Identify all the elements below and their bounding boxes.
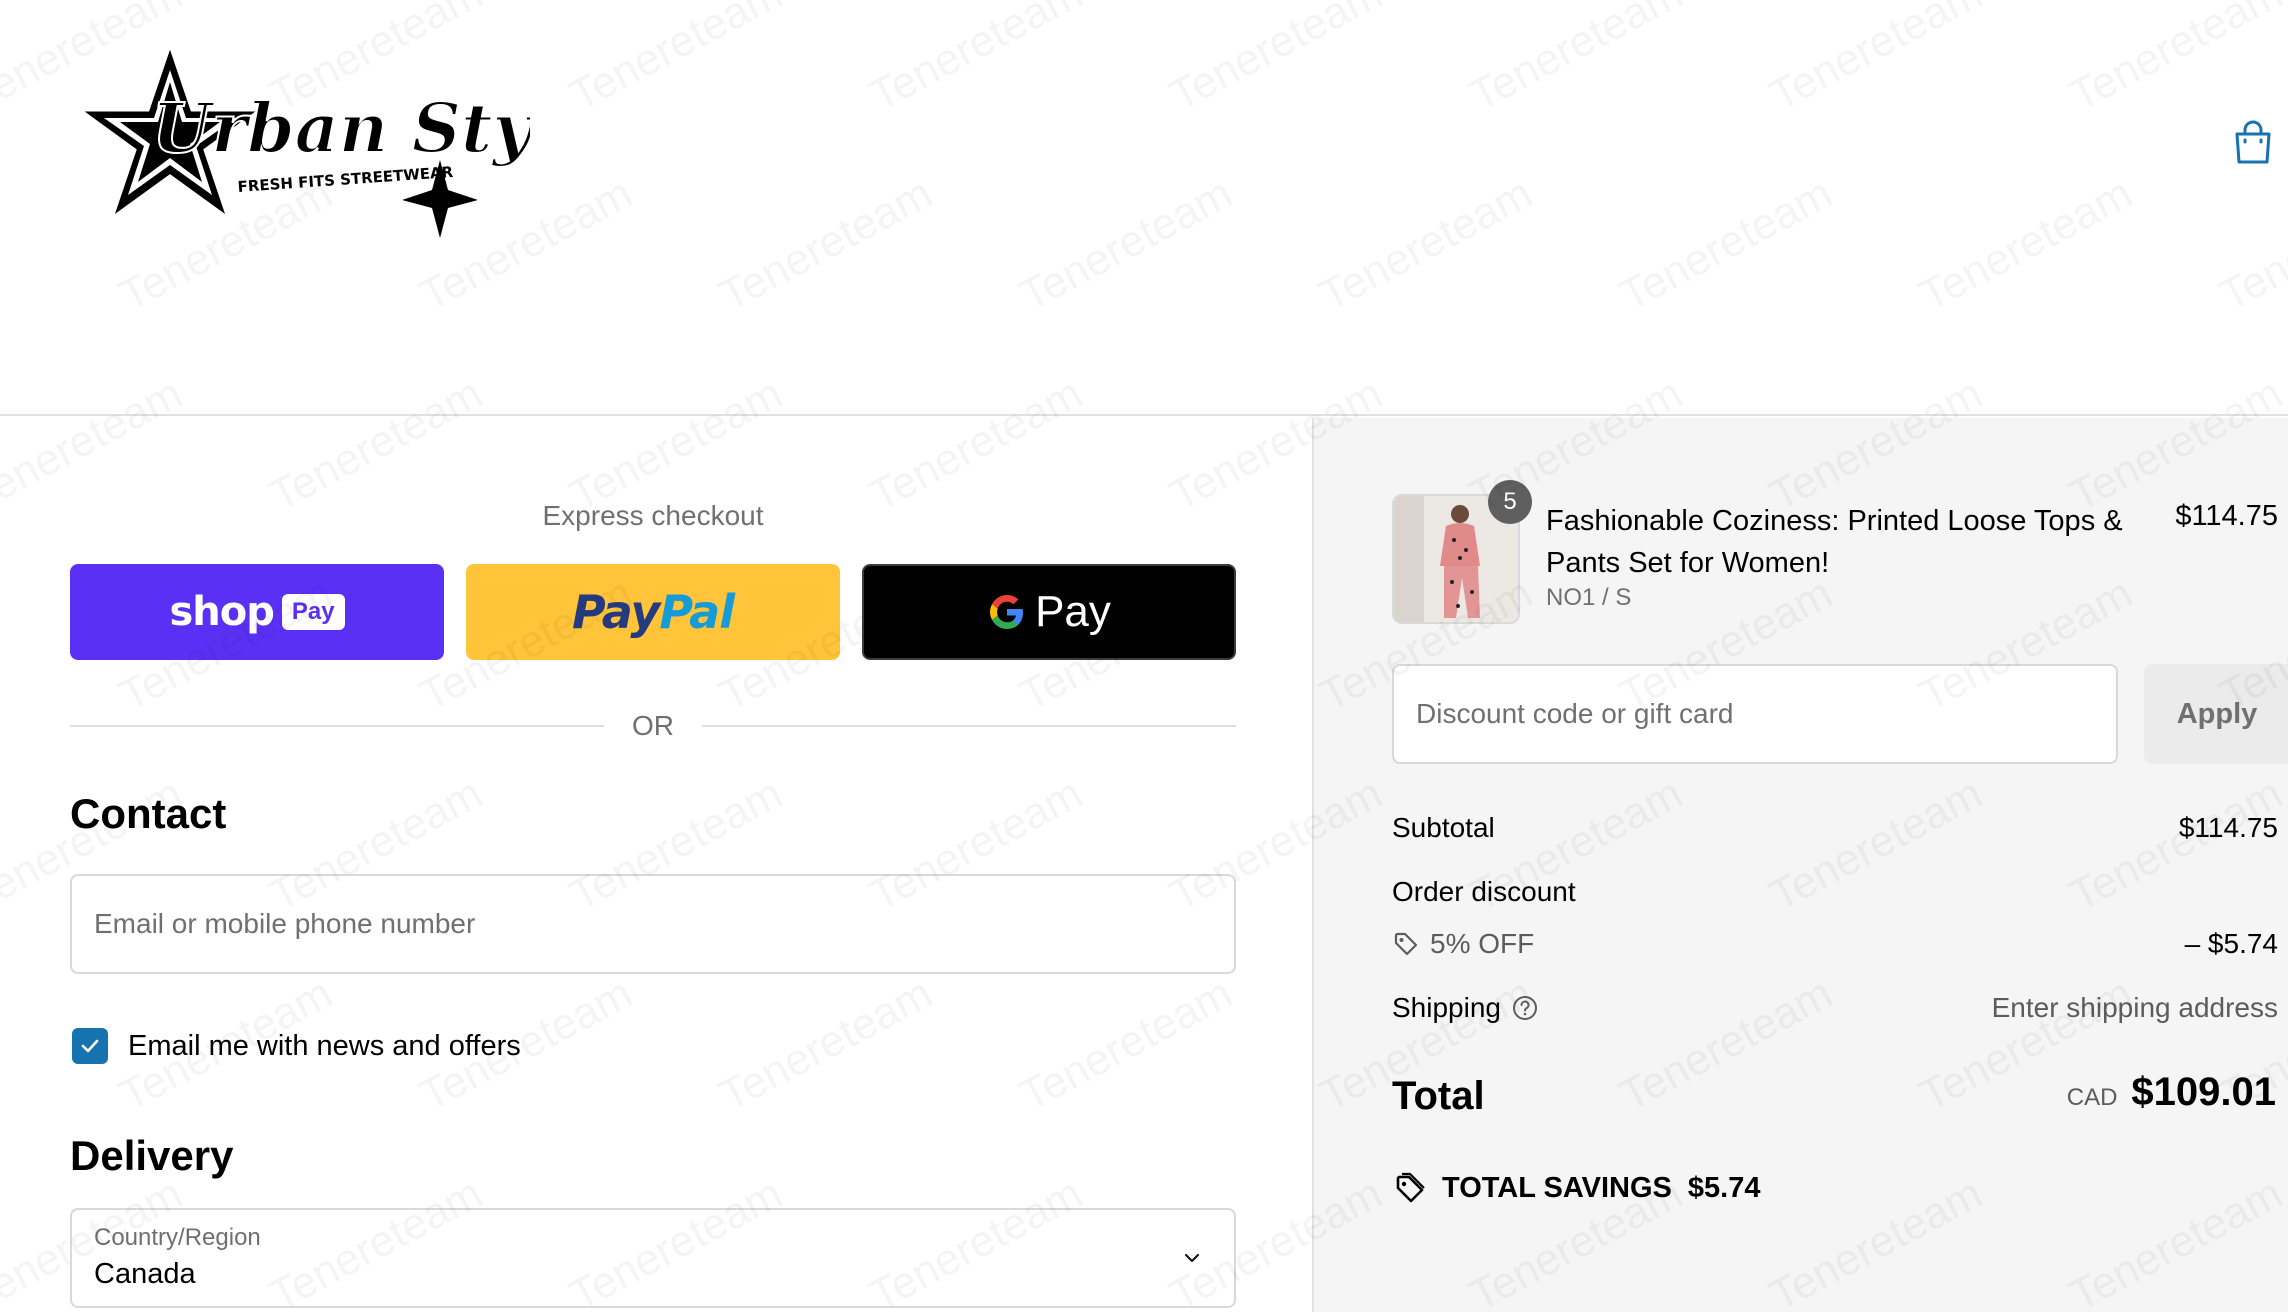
shop-pay-badge: Pay [281,594,345,630]
chevron-down-icon [1184,1253,1200,1263]
shipping-row: Shipping Enter shipping address [1392,992,2278,1024]
subtotal-label: Subtotal [1392,812,1495,843]
checkout-header: Urban Style FRESH FITS STREETWEAR [0,0,2288,416]
savings-tag-icon [1396,1172,1425,1203]
delivery-title: Delivery [70,1132,234,1179]
shipping-value: Enter shipping address [1991,992,2278,1023]
order-summary: 5 Fashionable Coziness: Printed Loose To… [1312,418,2288,1312]
apply-discount-button[interactable]: Apply [2144,664,2288,764]
discount-value: – $5.74 [2184,928,2278,959]
country-select-label: Country/Region [94,1224,261,1251]
product-name: Fashionable Coziness: Printed Loose Tops… [1546,505,2123,579]
discount-code-row: 5% OFF – $5.74 [1392,928,2278,960]
checkmark-icon [81,1039,99,1053]
google-g-icon [990,595,1024,629]
discount-code-input[interactable] [1394,666,2116,762]
google-pay-button[interactable]: Pay [862,564,1236,660]
email-field-wrapper [70,874,1236,974]
email-field[interactable] [72,876,1234,972]
google-pay-text: Pay [1035,587,1111,636]
subtotal-row: Subtotal $114.75 [1392,812,2278,844]
product-variant: NO1 / S [1546,584,1632,611]
divider-line [70,725,604,727]
news-checkbox-label: Email me with news and offers [128,1030,521,1062]
paypal-logo-part-b: Pal [659,585,735,639]
country-select[interactable]: Country/Region Canada [70,1208,1236,1308]
order-discount-row: Order discount [1392,876,2278,908]
total-savings: TOTAL SAVINGS $5.74 [1392,1170,1760,1206]
news-checkbox[interactable] [72,1028,108,1064]
total-label: Total [1392,1074,1485,1118]
tag-icon [1394,932,1418,956]
country-select-value: Canada [94,1258,196,1290]
paypal-logo-part-a: Pay [572,585,660,639]
total-amount: CAD $109.01 [2067,1070,2276,1115]
shop-pay-button[interactable]: shop Pay [70,564,444,660]
shipping-label: Shipping [1392,992,1501,1023]
or-divider: OR [70,698,1236,754]
paypal-logo: PayPal [572,585,735,639]
discount-field-wrapper [1392,664,2118,764]
product-price: $114.75 [2175,500,2278,532]
logo-main-text: Urban Style [152,89,530,169]
currency-code: CAD [2066,1084,2118,1111]
savings-label: TOTAL SAVINGS [1442,1171,1672,1204]
checkout-main: Express checkout shop Pay PayPal Pay OR … [0,418,1312,1312]
divider-line [702,725,1236,727]
contact-title: Contact [70,790,227,837]
paypal-button[interactable]: PayPal [466,564,840,660]
help-circle-icon[interactable] [1511,994,1539,1022]
shop-pay-logo: shop [169,589,274,635]
quantity-badge: 5 [1488,480,1532,524]
subtotal-value: $114.75 [2178,812,2278,843]
discount-code-label: 5% OFF [1430,928,1535,959]
order-discount-label: Order discount [1392,876,1576,907]
shopping-bag-icon[interactable] [2232,118,2274,166]
urban-style-logo[interactable]: Urban Style FRESH FITS STREETWEAR [70,40,530,250]
or-text: OR [632,710,674,741]
express-checkout-label: Express checkout [542,500,764,531]
total-value: $109.01 [2131,1070,2276,1114]
savings-value: $5.74 [1687,1171,1761,1204]
